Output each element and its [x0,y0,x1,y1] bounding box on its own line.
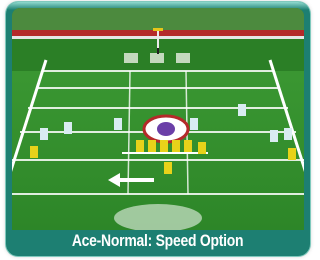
caption-bar: Ace-Normal: Speed Option [12,230,304,252]
endzone-lettering [124,53,190,63]
play-name-label: Ace-Normal: Speed Option [72,231,244,250]
football-field-scene [12,8,304,230]
play-preview-screen [12,8,304,230]
play-card[interactable]: Ace-Normal: Speed Option [6,2,310,256]
